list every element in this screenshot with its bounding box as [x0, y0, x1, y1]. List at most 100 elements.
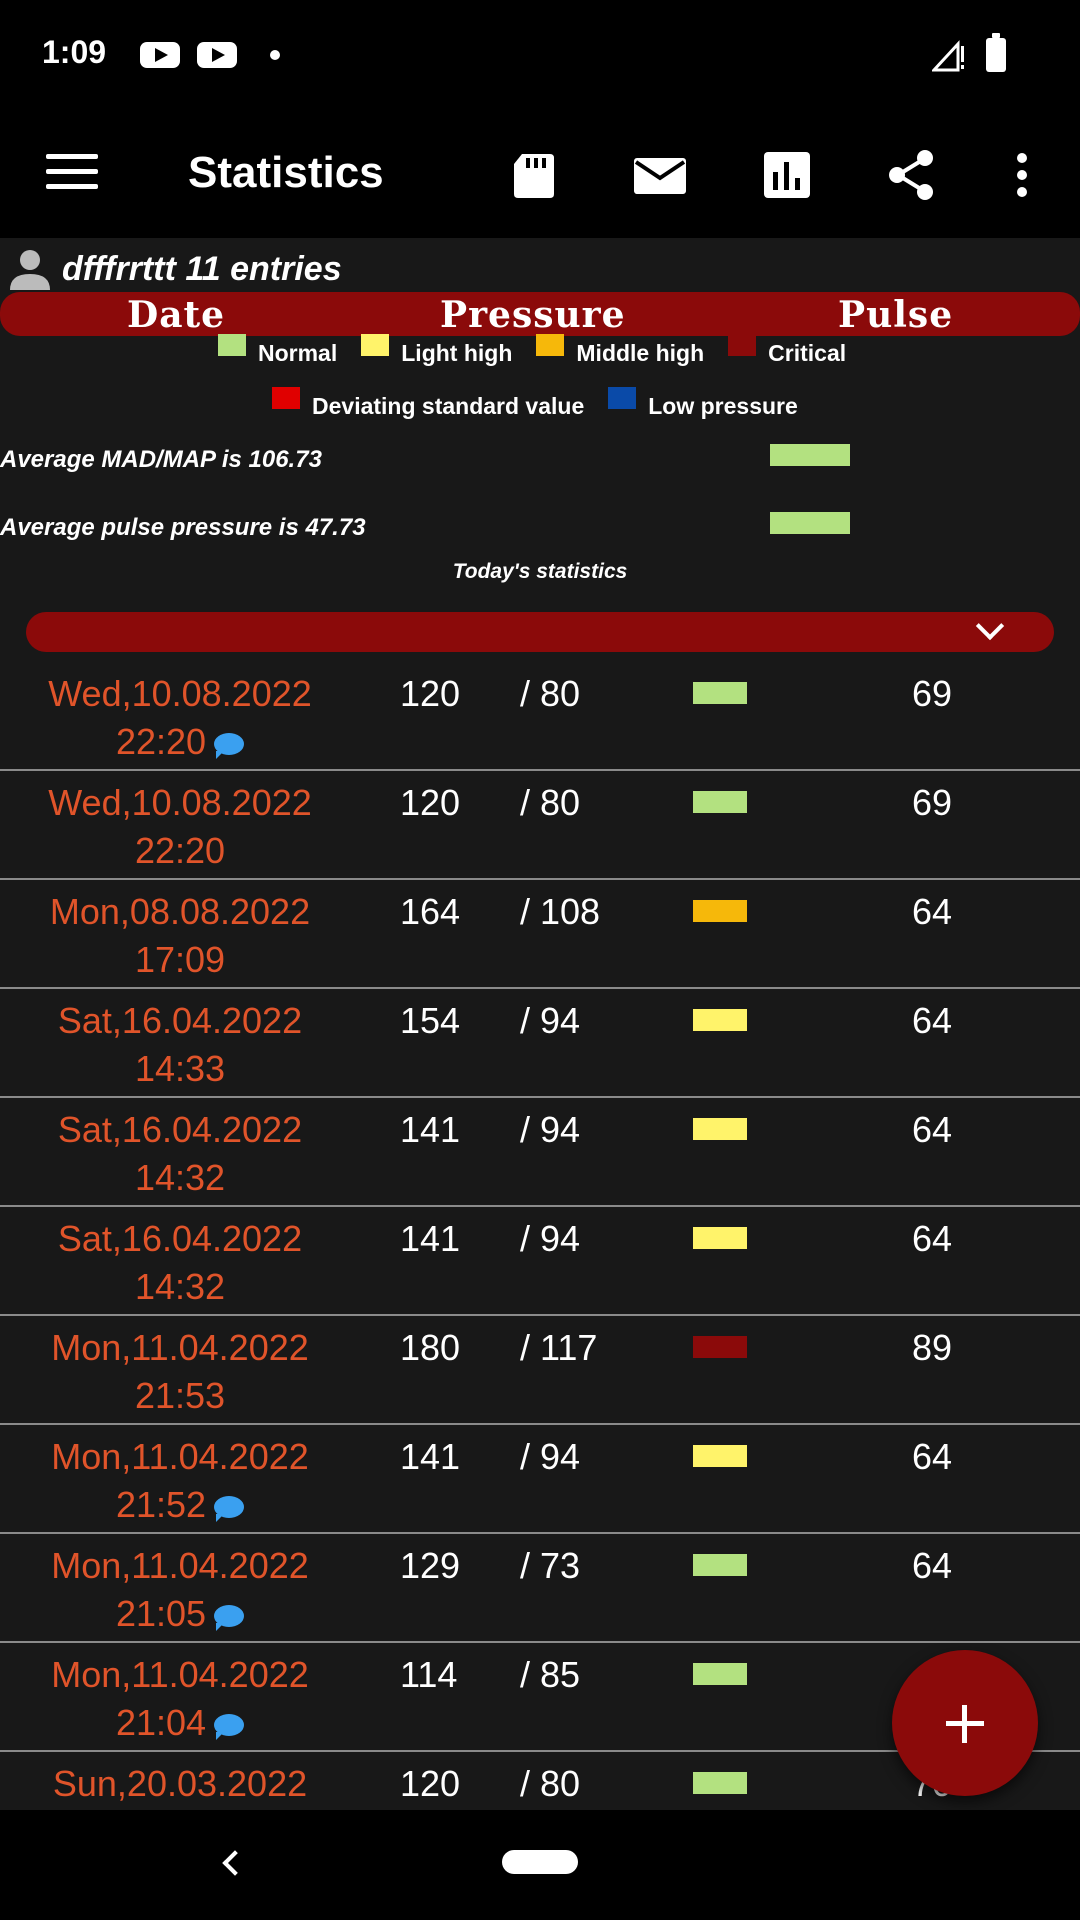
systolic-value: 120 [400, 1763, 461, 1804]
table-row[interactable]: Mon,11.04.2022 21:53 180 / 117 89 [0, 1316, 1080, 1425]
entry-time-cell: 14:33 [0, 1045, 360, 1093]
diastolic-value: / 94 [520, 1000, 581, 1041]
entry-time-cell: 21:53 [0, 1372, 360, 1420]
average-pulse-pressure-swatch [770, 512, 850, 534]
legend-label: Middle high [576, 340, 705, 366]
systolic-value: 180 [400, 1327, 461, 1368]
pulse-value: 64 [912, 1436, 953, 1477]
bar-chart-icon[interactable] [758, 150, 814, 200]
legend-label: Normal [258, 340, 338, 366]
date-column-header: Date [127, 294, 226, 336]
legend-row-2: Deviating standard value Low pressure [272, 387, 822, 420]
table-row[interactable]: Mon,11.04.2022 21:05 129 / 73 64 [0, 1534, 1080, 1643]
diastolic-value: / 73 [520, 1545, 581, 1586]
entry-date: Mon,11.04.2022 [51, 1327, 309, 1368]
systolic-value: 154 [400, 1000, 461, 1041]
entry-time-cell: 22:20 [0, 827, 360, 875]
diastolic-value: / 80 [520, 1763, 581, 1804]
pressure-level-swatch [693, 1663, 747, 1685]
statistics-content: dfffrrttt 11 entries Date Pressure Pulse… [0, 238, 1080, 1810]
comment-icon [214, 1605, 245, 1632]
legend-middle-high: Middle high [536, 334, 705, 367]
deviating-swatch [272, 387, 300, 409]
system-nav-bar [0, 1810, 1080, 1920]
pressure-level-swatch [693, 1336, 747, 1358]
sd-card-icon[interactable] [506, 150, 562, 200]
pressure-level-swatch [693, 1009, 747, 1031]
entry-time: 21:53 [134, 1375, 226, 1416]
chevron-down-icon[interactable] [975, 611, 1005, 641]
entry-time: 22:20 [134, 830, 226, 871]
column-header-bar: Date Pressure Pulse [0, 292, 1080, 336]
app-toolbar: Statistics [0, 110, 1080, 238]
table-row[interactable]: Sat,16.04.2022 14:32 141 / 94 64 [0, 1207, 1080, 1316]
pulse-value: 64 [912, 1109, 953, 1150]
table-row[interactable]: Wed,10.08.2022 22:20 120 / 80 69 [0, 771, 1080, 880]
legend-critical: Critical [728, 334, 847, 367]
more-vert-icon[interactable] [1002, 150, 1042, 200]
table-row[interactable]: Mon,08.08.2022 17:09 164 / 108 64 [0, 880, 1080, 989]
pressure-level-swatch [693, 791, 747, 813]
menu-icon[interactable] [46, 154, 98, 194]
legend-label: Critical [768, 340, 847, 366]
pressure-column-header: Pressure [440, 294, 626, 336]
systolic-value: 114 [400, 1654, 458, 1695]
average-map-text: Average MAD/MAP is 106.73 [0, 446, 322, 473]
entry-time: 21:04 [115, 1702, 207, 1743]
systolic-value: 141 [400, 1109, 461, 1150]
entry-time: 14:32 [134, 1266, 226, 1307]
share-icon[interactable] [884, 150, 940, 200]
back-icon[interactable] [222, 1850, 248, 1876]
entry-time: 22:20 [115, 721, 207, 762]
diastolic-value: / 117 [520, 1327, 598, 1368]
systolic-value: 164 [400, 891, 461, 932]
diastolic-value: / 94 [520, 1218, 581, 1259]
entry-time: 14:33 [134, 1048, 226, 1089]
table-row[interactable]: Mon,11.04.2022 21:52 141 / 94 64 [0, 1425, 1080, 1534]
mail-icon[interactable] [632, 150, 688, 200]
notification-dot-icon [270, 50, 280, 60]
entry-date: Mon,11.04.2022 [51, 1436, 309, 1477]
diastolic-value: / 94 [520, 1436, 581, 1477]
table-row[interactable]: Sat,16.04.2022 14:33 154 / 94 64 [0, 989, 1080, 1098]
middle-high-swatch [536, 334, 565, 356]
todays-statistics-link[interactable]: Today's statistics [0, 560, 1080, 584]
entry-time-cell: 14:32 [0, 1263, 360, 1311]
systolic-value: 120 [400, 673, 461, 714]
entry-date: Wed,10.08.2022 [48, 673, 312, 714]
expand-collapse-bar[interactable] [26, 611, 1054, 652]
average-pulse-pressure-text: Average pulse pressure is 47.73 [0, 514, 366, 541]
entry-date: Mon,11.04.2022 [51, 1654, 309, 1695]
systolic-value: 129 [400, 1545, 461, 1586]
table-row[interactable]: Wed,10.08.2022 22:20 120 / 80 69 [0, 662, 1080, 771]
diastolic-value: / 94 [520, 1109, 581, 1150]
diastolic-value: / 80 [520, 673, 581, 714]
systolic-value: 141 [400, 1218, 461, 1259]
entry-date: Wed,10.08.2022 [48, 782, 312, 823]
entry-date: Sat,16.04.2022 [57, 1218, 303, 1259]
legend-low-pressure: Low pressure [608, 387, 798, 420]
legend-normal: Normal [218, 334, 338, 367]
diastolic-value: / 108 [520, 891, 601, 932]
signal-icon [932, 40, 964, 72]
person-icon [10, 250, 50, 290]
table-row[interactable]: Sat,16.04.2022 14:32 141 / 94 64 [0, 1098, 1080, 1207]
comment-icon [214, 1714, 245, 1741]
youtube-icon [140, 42, 180, 68]
add-entry-button[interactable] [892, 1650, 1038, 1796]
legend-label: Light high [401, 340, 513, 366]
entry-time-cell: 21:05 [0, 1590, 360, 1638]
pressure-level-swatch [693, 1554, 747, 1576]
entry-time-cell: 21:52 [0, 1481, 360, 1529]
normal-swatch [218, 334, 246, 356]
average-map-swatch [770, 444, 850, 466]
pulse-value: 69 [912, 673, 953, 714]
entries-list: Wed,10.08.2022 22:20 120/ 80 69 Wed,10.08.20… [0, 662, 1080, 1810]
entry-time: 14:32 [134, 1157, 226, 1198]
entry-date: Sat,16.04.2022 [57, 1000, 303, 1041]
entry-time-cell: 22:20 [0, 718, 360, 766]
diastolic-value: / 80 [520, 782, 581, 823]
diastolic-value: / 85 [520, 1654, 581, 1695]
entry-date: Sat,16.04.2022 [57, 1109, 303, 1150]
home-pill[interactable] [502, 1850, 578, 1874]
